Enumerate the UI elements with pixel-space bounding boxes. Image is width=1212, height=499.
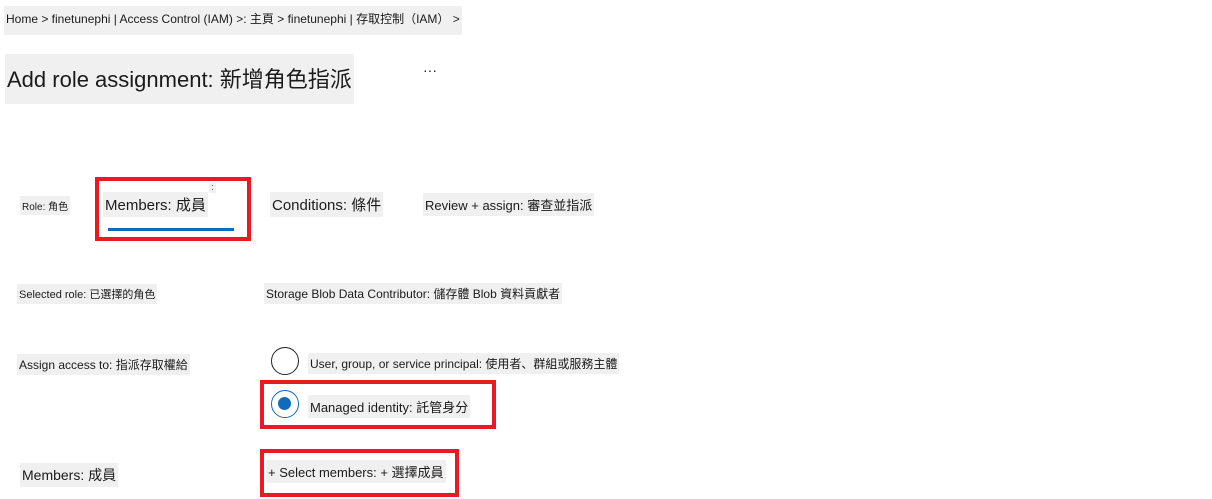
radio-user-group-service-principal[interactable] <box>271 347 299 375</box>
tab-review-assign[interactable]: Review + assign: 審查並指派 <box>423 193 595 216</box>
breadcrumb[interactable]: Home > finetunephi | Access Control (IAM… <box>4 6 462 35</box>
selected-role-label: Selected role: 已選擇的角色 <box>17 284 158 304</box>
option-user-group-service-principal-label[interactable]: User, group, or service principal: 使用者、群… <box>308 353 620 374</box>
managed-identity-highlight <box>260 380 496 429</box>
assign-access-label: Assign access to: 指派存取權給 <box>17 354 190 375</box>
selected-role-value: Storage Blob Data Contributor: 儲存體 Blob … <box>264 283 563 304</box>
tab-conditions[interactable]: Conditions: 條件 <box>270 192 384 217</box>
more-options-button[interactable]: ··· <box>423 62 437 78</box>
page-title: Add role assignment: 新增角色指派 <box>5 54 354 104</box>
members-label: Members: 成員 <box>20 463 119 487</box>
tab-role[interactable]: Role: 角色 <box>20 196 71 215</box>
tab-members-highlight <box>95 177 251 241</box>
select-members-highlight <box>260 449 459 497</box>
